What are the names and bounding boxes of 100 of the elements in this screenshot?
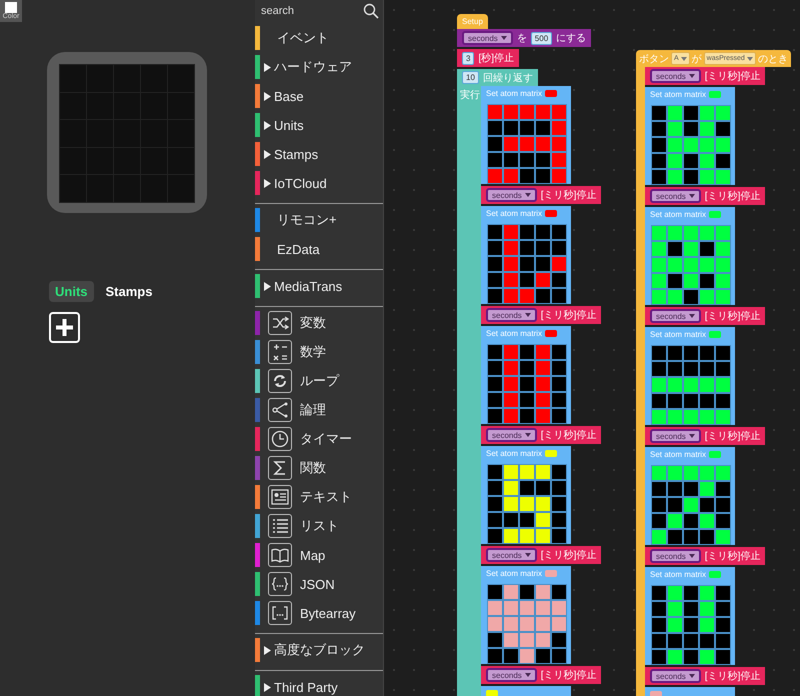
- led-cell[interactable]: [552, 585, 566, 599]
- led-cell[interactable]: [536, 169, 550, 183]
- category-item[interactable]: Base: [255, 84, 383, 108]
- led-cell[interactable]: [536, 529, 550, 543]
- led-cell[interactable]: [520, 585, 534, 599]
- led-cell[interactable]: [504, 289, 518, 303]
- led-cell[interactable]: [684, 106, 698, 120]
- led-cell[interactable]: [668, 362, 682, 376]
- led-cell[interactable]: [684, 482, 698, 496]
- led-cell[interactable]: [716, 530, 730, 544]
- category-item[interactable]: リモコン+: [255, 208, 383, 232]
- led-cell[interactable]: [520, 289, 534, 303]
- led-cell[interactable]: [652, 138, 666, 152]
- category-item[interactable]: ハードウェア: [255, 55, 383, 79]
- led-cell[interactable]: [684, 650, 698, 664]
- color-swatch[interactable]: [709, 90, 722, 98]
- led-cell[interactable]: [716, 586, 730, 600]
- led-cell[interactable]: [652, 378, 666, 392]
- led-cell[interactable]: [488, 121, 502, 135]
- color-swatch[interactable]: [545, 330, 558, 336]
- led-cell[interactable]: [716, 290, 730, 304]
- category-item[interactable]: IoTCloud: [255, 171, 383, 195]
- led-cell[interactable]: [552, 169, 566, 183]
- led-cell[interactable]: [504, 497, 518, 511]
- led-cell[interactable]: [488, 601, 502, 615]
- led-cell[interactable]: [520, 513, 534, 527]
- led-cell[interactable]: [700, 258, 714, 272]
- led-cell[interactable]: [488, 137, 502, 151]
- led-cell[interactable]: [488, 273, 502, 287]
- led-cell[interactable]: [488, 105, 502, 119]
- led-cell[interactable]: [520, 409, 534, 423]
- led-cell[interactable]: [716, 514, 730, 528]
- led-cell[interactable]: [652, 634, 666, 648]
- led-cell[interactable]: [504, 617, 518, 631]
- led-cell[interactable]: [552, 121, 566, 135]
- led-cell[interactable]: [716, 394, 730, 408]
- led-cell[interactable]: [552, 497, 566, 511]
- led-cell[interactable]: [716, 138, 730, 152]
- led-cell[interactable]: [652, 170, 666, 184]
- variable-dropdown[interactable]: seconds: [486, 668, 537, 682]
- led-cell[interactable]: [488, 481, 502, 495]
- led-cell[interactable]: [536, 377, 550, 391]
- category-item[interactable]: 論理: [255, 398, 383, 422]
- led-cell[interactable]: [700, 378, 714, 392]
- led-cell[interactable]: [520, 257, 534, 271]
- category-item[interactable]: JSON: [255, 572, 383, 596]
- led-cell[interactable]: [652, 242, 666, 256]
- led-cell[interactable]: [684, 154, 698, 168]
- led-cell[interactable]: [552, 481, 566, 495]
- led-cell[interactable]: [652, 362, 666, 376]
- led-cell[interactable]: [652, 394, 666, 408]
- led-cell[interactable]: [652, 466, 666, 480]
- led-cell[interactable]: [652, 650, 666, 664]
- variable-dropdown[interactable]: seconds: [650, 429, 701, 443]
- led-cell[interactable]: [668, 122, 682, 136]
- led-cell[interactable]: [536, 633, 550, 647]
- led-cell[interactable]: [684, 138, 698, 152]
- wait-block[interactable]: seconds [ミリ秒]停止: [645, 187, 766, 205]
- search-field[interactable]: search: [261, 5, 363, 17]
- led-cell[interactable]: [504, 273, 518, 287]
- led-cell[interactable]: [488, 225, 502, 239]
- led-cell[interactable]: [504, 513, 518, 527]
- led-cell[interactable]: [668, 274, 682, 288]
- led-cell[interactable]: [552, 617, 566, 631]
- led-cell[interactable]: [488, 169, 502, 183]
- led-cell[interactable]: [536, 257, 550, 271]
- led-cell[interactable]: [504, 465, 518, 479]
- led-cell[interactable]: [488, 633, 502, 647]
- led-cell[interactable]: [700, 466, 714, 480]
- led-cell[interactable]: [536, 241, 550, 255]
- led-cell[interactable]: [520, 105, 534, 119]
- led-cell[interactable]: [504, 137, 518, 151]
- led-cell[interactable]: [700, 634, 714, 648]
- led-cell[interactable]: [536, 513, 550, 527]
- led-cell[interactable]: [552, 289, 566, 303]
- led-cell[interactable]: [520, 241, 534, 255]
- led-cell[interactable]: [684, 258, 698, 272]
- repeat-block[interactable]: 10 回繰り返す: [457, 69, 538, 86]
- led-cell[interactable]: [552, 529, 566, 543]
- led-cell[interactable]: [668, 410, 682, 424]
- variable-dropdown[interactable]: seconds: [650, 69, 701, 83]
- wait-block[interactable]: seconds [ミリ秒]停止: [481, 186, 602, 204]
- led-cell[interactable]: [668, 226, 682, 240]
- led-cell[interactable]: [684, 602, 698, 616]
- led-cell[interactable]: [536, 497, 550, 511]
- led-cell[interactable]: [716, 274, 730, 288]
- color-swatch[interactable]: [650, 690, 662, 696]
- led-cell[interactable]: [520, 465, 534, 479]
- tab[interactable]: Units: [49, 281, 94, 302]
- led-cell[interactable]: [536, 225, 550, 239]
- led-cell[interactable]: [536, 273, 550, 287]
- led-cell[interactable]: [552, 105, 566, 119]
- color-swatch[interactable]: [709, 570, 722, 578]
- led-cell[interactable]: [536, 361, 550, 375]
- led-cell[interactable]: [652, 122, 666, 136]
- led-cell[interactable]: [700, 602, 714, 616]
- led-cell[interactable]: [716, 466, 730, 480]
- led-cell[interactable]: [536, 617, 550, 631]
- color-swatch[interactable]: [545, 450, 558, 456]
- variable-dropdown[interactable]: seconds: [462, 31, 513, 45]
